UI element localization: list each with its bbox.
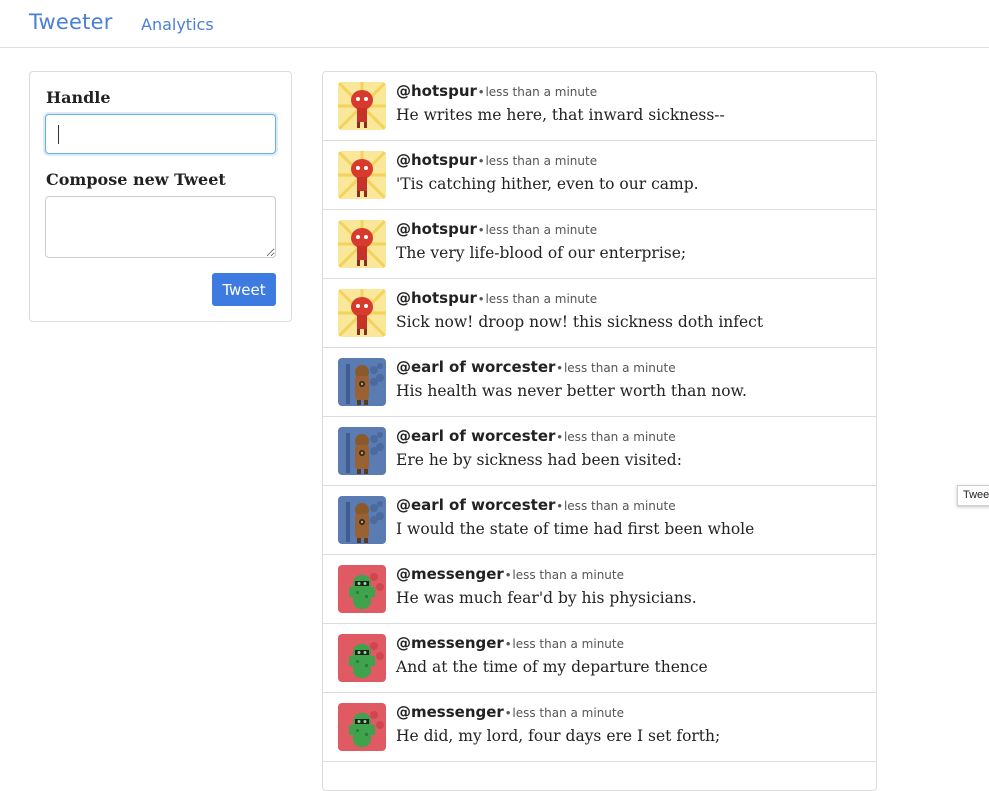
tweet-handle[interactable]: @earl of worcester bbox=[396, 496, 555, 514]
messenger-avatar-icon bbox=[338, 565, 386, 613]
separator-dot: • bbox=[505, 567, 511, 582]
tweet-header: @messenger • less than a minute bbox=[396, 703, 624, 722]
tweet-timestamp: less than a minute bbox=[485, 292, 598, 306]
tweet-handle[interactable]: @hotspur bbox=[396, 82, 477, 100]
compose-panel: Handle Compose new Tweet Tweet bbox=[29, 71, 292, 322]
top-navbar: Tweeter Analytics bbox=[0, 0, 989, 48]
tweet-timestamp: less than a minute bbox=[512, 637, 624, 651]
tweet-text: And at the time of my departure thence bbox=[396, 658, 708, 676]
tweet-header: @earl of worcester • less than a minute bbox=[396, 427, 676, 446]
tweet-header: @messenger • less than a minute bbox=[396, 634, 624, 653]
tweet-text: He did, my lord, four days ere I set for… bbox=[396, 727, 721, 745]
tweet-feed: @hotspur • less than a minute He writes me … bbox=[322, 71, 877, 791]
tweet-text: 'Tis catching hither, even to our camp. bbox=[396, 175, 699, 193]
brand-link[interactable]: Tweeter bbox=[29, 10, 113, 34]
tweet-timestamp: less than a minute bbox=[485, 154, 598, 168]
tweet-item[interactable]: @hotspur • less than a minute 'Tis catching… bbox=[323, 141, 876, 210]
tweet-textarea[interactable] bbox=[45, 196, 276, 258]
tweet-handle[interactable]: @messenger bbox=[396, 565, 504, 583]
analytics-link[interactable]: Analytics bbox=[141, 15, 214, 34]
tweet-timestamp: less than a minute bbox=[485, 85, 598, 99]
handle-input[interactable] bbox=[45, 114, 276, 154]
separator-dot: • bbox=[557, 498, 562, 513]
tweet-text: Ere he by sickness had been visited: bbox=[396, 451, 682, 469]
tweet-item[interactable]: @messenger • less than a minute He did, my … bbox=[323, 693, 876, 762]
tweet-header: @hotspur • less than a minute bbox=[396, 220, 597, 239]
tweet-button[interactable]: Tweet bbox=[212, 273, 276, 306]
worcester-avatar-icon bbox=[338, 427, 386, 475]
tweet-handle[interactable]: @earl of worcester bbox=[396, 358, 555, 376]
compose-label: Compose new Tweet bbox=[46, 170, 226, 189]
tweet-item[interactable]: @earl of worcester • less than a minute I w… bbox=[323, 486, 876, 555]
tweet-header: @hotspur • less than a minute bbox=[396, 82, 597, 101]
worcester-avatar-icon bbox=[338, 358, 386, 406]
tweet-text: Sick now! droop now! this sickness doth … bbox=[396, 313, 764, 331]
tweet-text: I would the state of time had first been… bbox=[396, 520, 755, 538]
separator-dot: • bbox=[557, 360, 562, 375]
tweet-item[interactable]: @hotspur • less than a minute The very life… bbox=[323, 210, 876, 279]
tweet-handle[interactable]: @hotspur bbox=[396, 220, 477, 238]
hotspur-avatar-icon bbox=[338, 289, 386, 337]
tweet-text: His health was never better worth than n… bbox=[396, 382, 747, 400]
tweet-timestamp: less than a minute bbox=[563, 430, 676, 444]
tweet-header: @messenger • less than a minute bbox=[396, 565, 624, 584]
tweet-item[interactable]: @messenger • less than a minute He was much… bbox=[323, 555, 876, 624]
tweet-item[interactable]: @earl of worcester • less than a minute His… bbox=[323, 348, 876, 417]
worcester-avatar-icon bbox=[338, 496, 386, 544]
messenger-avatar-icon bbox=[338, 703, 386, 751]
tweet-timestamp: less than a minute bbox=[563, 361, 676, 375]
hotspur-avatar-icon bbox=[338, 82, 386, 130]
separator-dot: • bbox=[505, 705, 511, 720]
tweet-header: @earl of worcester • less than a minute bbox=[396, 358, 676, 377]
tweet-item[interactable]: @messenger • less than a minute And at the … bbox=[323, 624, 876, 693]
tweet-text: He writes me here, that inward sickness-… bbox=[396, 106, 725, 124]
tweet-timestamp: less than a minute bbox=[512, 568, 624, 582]
tooltip: Twee bbox=[957, 485, 989, 506]
separator-dot: • bbox=[478, 291, 484, 306]
tweet-handle[interactable]: @earl of worcester bbox=[396, 427, 555, 445]
tweet-item[interactable]: @hotspur • less than a minute He writes me … bbox=[323, 72, 876, 141]
tweet-item[interactable]: @hotspur • less than a minute Sick now! dro… bbox=[323, 279, 876, 348]
handle-label: Handle bbox=[46, 88, 111, 107]
separator-dot: • bbox=[505, 636, 511, 651]
tweet-handle[interactable]: @hotspur bbox=[396, 289, 477, 307]
tweet-text: He was much fear'd by his physicians. bbox=[396, 589, 697, 607]
tweet-header: @earl of worcester • less than a minute bbox=[396, 496, 676, 515]
separator-dot: • bbox=[478, 84, 484, 99]
hotspur-avatar-icon bbox=[338, 151, 386, 199]
tweet-timestamp: less than a minute bbox=[563, 499, 676, 513]
tweet-header: @hotspur • less than a minute bbox=[396, 151, 597, 170]
tweet-header: @hotspur • less than a minute bbox=[396, 289, 597, 308]
messenger-avatar-icon bbox=[338, 634, 386, 682]
hotspur-avatar-icon bbox=[338, 220, 386, 268]
tweet-handle[interactable]: @hotspur bbox=[396, 151, 477, 169]
tweet-handle[interactable]: @messenger bbox=[396, 634, 504, 652]
tweet-text: The very life-blood of our enterprise; bbox=[396, 244, 687, 262]
separator-dot: • bbox=[557, 429, 562, 444]
text-caret bbox=[58, 125, 59, 144]
tweet-timestamp: less than a minute bbox=[512, 706, 624, 720]
tweet-handle[interactable]: @messenger bbox=[396, 703, 504, 721]
tweet-timestamp: less than a minute bbox=[485, 223, 598, 237]
separator-dot: • bbox=[478, 153, 484, 168]
separator-dot: • bbox=[478, 222, 484, 237]
tweet-item[interactable]: @earl of worcester • less than a minute Ere… bbox=[323, 417, 876, 486]
